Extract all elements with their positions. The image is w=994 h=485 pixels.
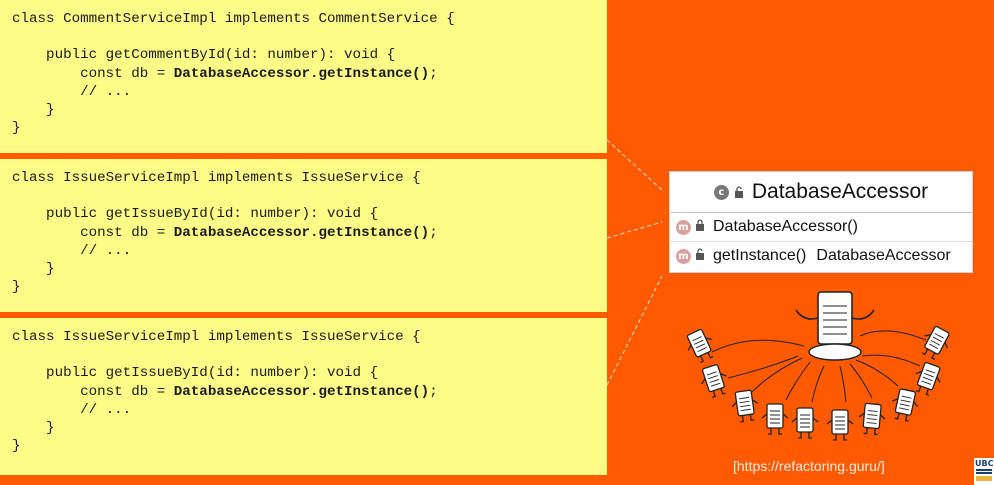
- singleton-illustration: [681, 291, 955, 441]
- central-figure-icon: [795, 291, 875, 361]
- source-link[interactable]: [https://refactoring.guru/]: [733, 458, 885, 474]
- ubc-logo: UBC: [974, 458, 994, 485]
